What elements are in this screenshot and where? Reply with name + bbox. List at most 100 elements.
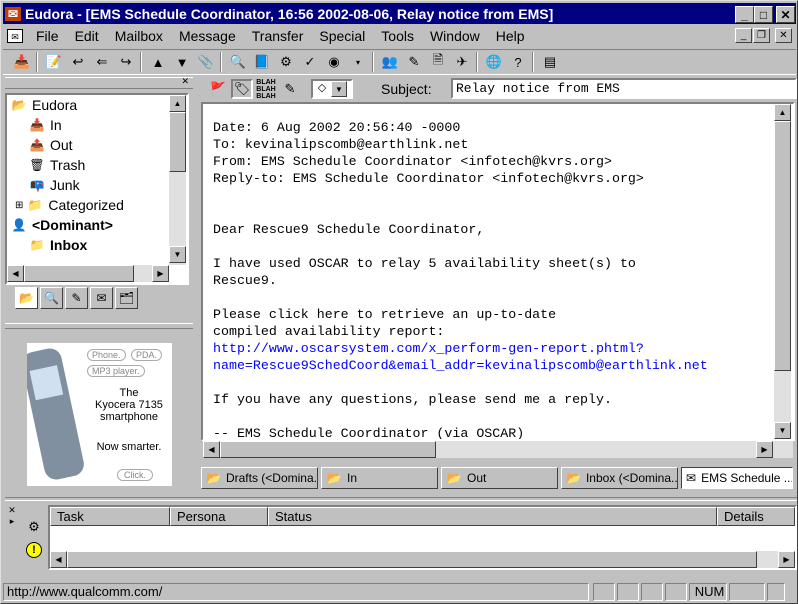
tree-vertical-scrollbar[interactable]: ▲ ▼ [169,95,186,265]
scroll-right-arrow-icon[interactable]: ▶ [778,551,795,568]
subject-field[interactable]: Relay notice from EMS [451,78,797,99]
blah-blah-icon[interactable]: BLAH BLAH BLAH [255,79,277,100]
mailbox-item[interactable]: 📤 Out [9,135,169,155]
window-tab-inbox[interactable]: 📂 Inbox (<Domina... [561,467,678,489]
resize-grip[interactable] [767,582,785,601]
mdi-close-button[interactable]: ✕ [775,28,792,43]
signature-icon[interactable]: ✎ [403,52,425,72]
close-button[interactable]: ✕ [776,6,795,23]
maximize-button[interactable]: □ [754,6,773,23]
directory-icon[interactable]: ◉ [323,52,345,72]
help-icon[interactable]: ? [507,52,529,72]
body-vertical-scrollbar[interactable]: ▲ ▼ [774,104,791,439]
hscroll-thumb[interactable] [220,441,436,458]
mailbox-item[interactable]: 📥 In [9,115,169,135]
next-message-icon[interactable]: ▼ [171,52,193,72]
window-tab-in[interactable]: 📂 In [321,467,438,489]
mdi-minimize-button[interactable]: _ [735,28,752,43]
task-splitter[interactable] [5,497,797,501]
web-link-icon[interactable]: 🌐 [483,52,505,72]
mailbox-item[interactable]: 📂 Eudora [9,95,169,115]
dropdown-arrow-icon[interactable]: ▼ [331,81,347,97]
previous-message-icon[interactable]: ▲ [147,52,169,72]
column-details[interactable]: Details [717,507,795,526]
signatures-tab-icon[interactable]: ✉ [90,287,113,309]
menu-transfer[interactable]: Transfer [244,28,312,44]
menu-mailbox[interactable]: Mailbox [107,28,171,44]
title-bar[interactable]: ✉ Eudora - [EMS Schedule Coordinator, 16… [3,3,796,24]
personalities-icon[interactable]: 👥 [379,52,401,72]
address-book-icon[interactable]: 📘 [251,52,273,72]
window-tab-ems-schedule[interactable]: ✉ EMS Schedule ... [681,467,793,489]
edit-pencil-icon[interactable]: ✎ [279,79,301,99]
scroll-left-arrow-icon[interactable]: ◀ [203,441,220,458]
pane-close-icon[interactable]: ✕ [181,76,189,87]
stationery-icon[interactable]: 🗎 [427,52,449,72]
task-error-icon[interactable]: ! [26,542,42,558]
advertisement[interactable]: Phone. PDA. MP3 player. The Kyocera 7135… [27,343,172,486]
check-mail-icon[interactable]: 📥 [11,52,33,72]
column-task[interactable]: Task [50,507,170,526]
scroll-thumb[interactable] [774,121,791,371]
reply-all-icon[interactable]: ⇐ [91,52,113,72]
tag-icon[interactable]: 🏷 [231,79,253,99]
filter-icon[interactable]: ⚙ [275,52,297,72]
task-horizontal-scrollbar[interactable]: ◀ ▶ [50,551,795,568]
report-link[interactable]: name=Rescue9SchedCoord&email_addr=kevina… [213,358,708,373]
mailbox-item[interactable]: ⊞ 📁 Categorized [9,195,169,215]
expand-icon[interactable]: ⊞ [15,200,23,211]
message-body[interactable]: Date: 6 Aug 2002 20:56:40 -0000 To: kevi… [201,102,795,441]
pane-splitter[interactable] [5,323,193,329]
scroll-up-arrow-icon[interactable]: ▲ [774,104,791,121]
mailbox-item[interactable]: 📭 Junk [9,175,169,195]
reply-icon[interactable]: ↩ [67,52,89,72]
ad-click-button[interactable]: Click. [117,469,153,481]
spell-check-icon[interactable]: ✓ [299,52,321,72]
menu-help[interactable]: Help [488,28,533,44]
file-browser-tab-icon[interactable]: 🔍 [40,287,63,309]
hscroll-thumb[interactable] [67,551,757,568]
send-icon[interactable]: ✈ [451,52,473,72]
menu-tools[interactable]: Tools [373,28,422,44]
personalities-tab-icon[interactable]: 🗂 [115,287,138,309]
dropdown-icon[interactable]: ▾ [347,52,369,72]
mdi-restore-button[interactable]: ❐ [753,28,770,43]
scroll-right-arrow-icon[interactable]: ▶ [756,441,773,458]
report-link[interactable]: http://www.oscarsystem.com/x_perform-gen… [213,341,644,356]
document-icon[interactable]: ✉ [7,29,23,43]
menu-message[interactable]: Message [171,28,244,44]
scroll-down-arrow-icon[interactable]: ▼ [169,246,186,263]
menu-file[interactable]: File [28,28,67,44]
scroll-up-arrow-icon[interactable]: ▲ [169,95,186,112]
new-message-icon[interactable]: 📝 [43,52,65,72]
window-tab-out[interactable]: 📂 Out [441,467,558,489]
scroll-down-arrow-icon[interactable]: ▼ [774,422,791,439]
scroll-thumb[interactable] [169,112,186,172]
column-persona[interactable]: Persona [170,507,268,526]
menu-edit[interactable]: Edit [67,28,107,44]
task-status-icon[interactable]: ⚙ [23,519,45,539]
hscroll-thumb[interactable] [24,265,134,282]
stationery-tab-icon[interactable]: ✎ [65,287,88,309]
find-icon[interactable]: 🔍 [227,52,249,72]
minimize-button[interactable]: _ [735,6,754,23]
tree-horizontal-scrollbar[interactable]: ◀ ▶ [7,265,169,282]
attach-icon[interactable]: 📎 [195,52,217,72]
mailbox-item[interactable]: 👤 <Dominant> [9,215,169,235]
label-dropdown[interactable]: ◇ ▼ [311,79,353,99]
priority-icon[interactable]: 🚩 [207,79,229,99]
scroll-right-arrow-icon[interactable]: ▶ [152,265,169,282]
mailbox-item[interactable]: 📁 Inbox [9,235,169,255]
scroll-left-arrow-icon[interactable]: ◀ [7,265,24,282]
options-icon[interactable]: ▤ [539,52,561,72]
window-tab-drafts[interactable]: 📂 Drafts (<Domina... [201,467,318,489]
menu-window[interactable]: Window [422,28,488,44]
menu-special[interactable]: Special [311,28,373,44]
pane-expand-icon[interactable]: ▸ [5,516,19,527]
mailboxes-tab-icon[interactable]: 📂 [15,287,38,309]
column-status[interactable]: Status [268,507,717,526]
scroll-left-arrow-icon[interactable]: ◀ [50,551,67,568]
mailbox-item[interactable]: 🗑 Trash [9,155,169,175]
pane-close-icon[interactable]: ✕ [5,505,19,516]
forward-icon[interactable]: ↪ [115,52,137,72]
